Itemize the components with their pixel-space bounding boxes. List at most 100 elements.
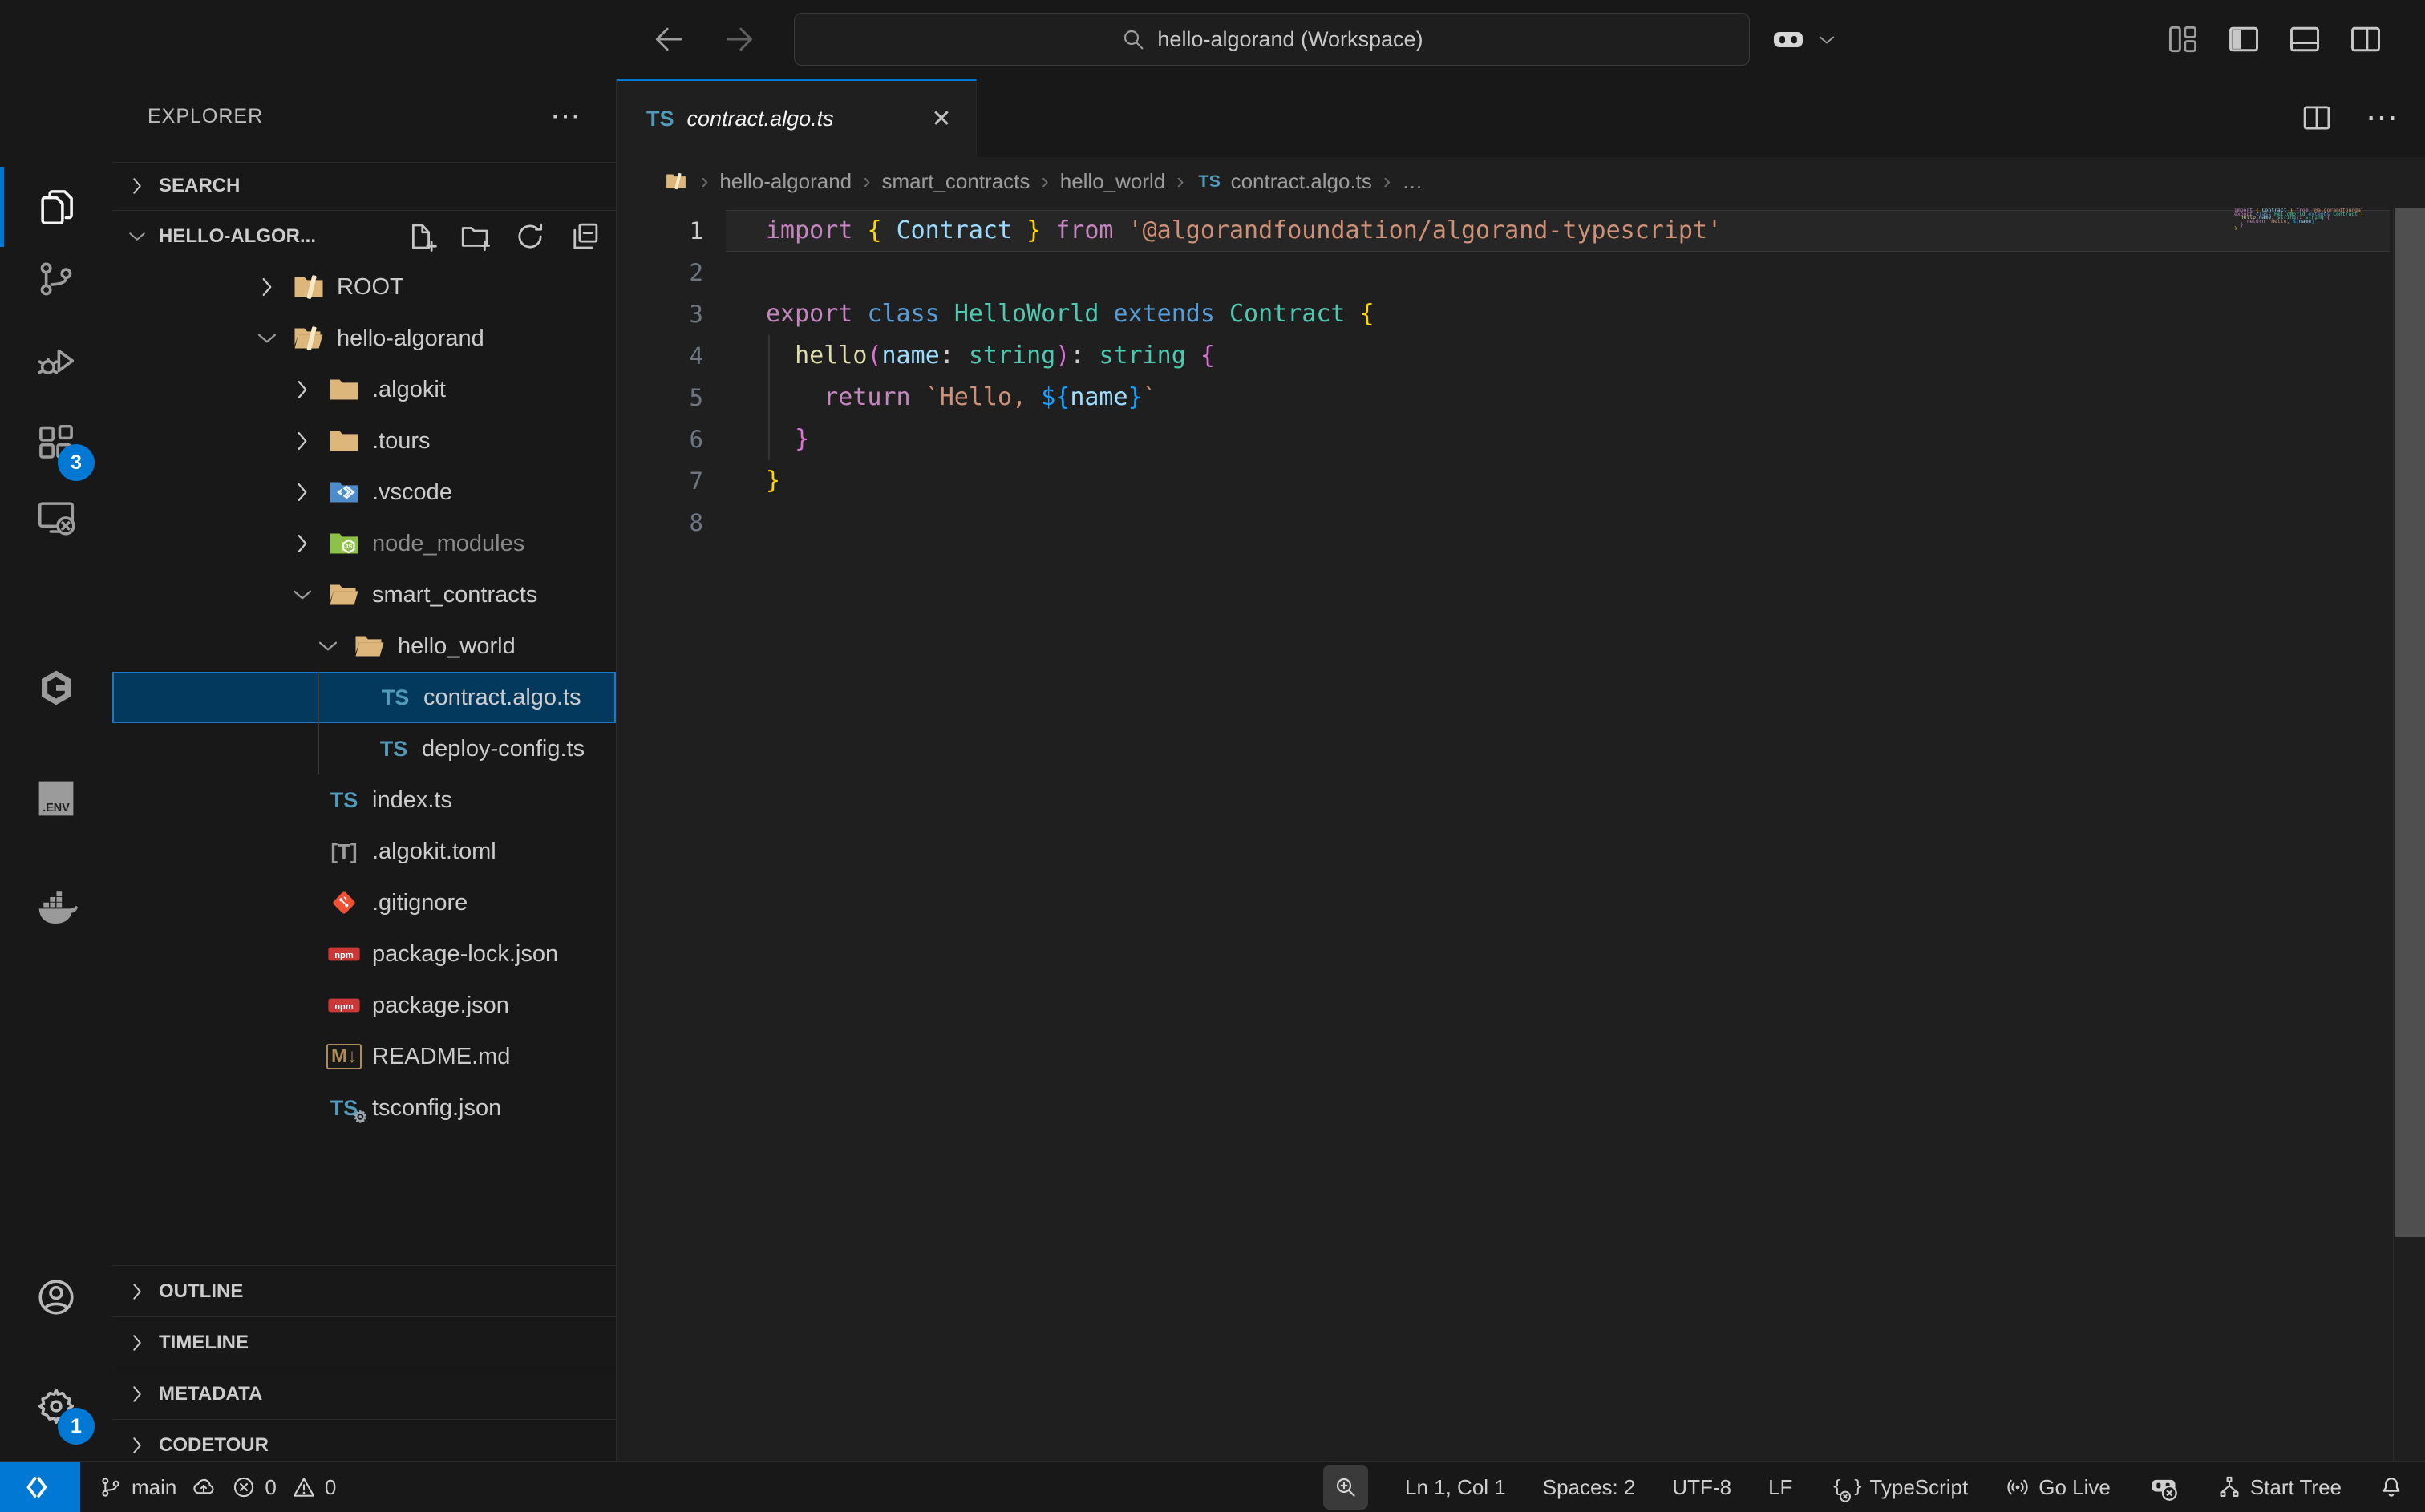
activity-item-accounts[interactable] (0, 1257, 112, 1337)
tree-item-label: index.ts (372, 787, 452, 814)
pane-header-metadata[interactable]: METADATA (112, 1368, 616, 1419)
copilot-chevron-down-icon[interactable] (1816, 29, 1838, 51)
account-icon (34, 1275, 78, 1319)
tree-item-root[interactable]: ROOT (112, 261, 616, 313)
tree-item-package-lock-json[interactable]: npmpackage-lock.json (112, 928, 616, 980)
chevron-down-icon[interactable] (314, 633, 342, 660)
chevron-right-icon[interactable] (289, 479, 316, 506)
editor-area: TS contract.algo.ts ✕ ⋯ ›hello-algorand›… (617, 79, 2425, 1461)
status-encoding[interactable]: UTF-8 (1672, 1475, 1731, 1500)
nav-forward-icon[interactable] (722, 22, 757, 57)
tree-item--algokit[interactable]: .algokit (112, 364, 616, 415)
status-errors[interactable]: 0 (231, 1474, 276, 1500)
code-line-2[interactable]: 2 (617, 252, 2425, 293)
tree-item-hello-algorand[interactable]: hello-algorand (112, 313, 616, 364)
minimap[interactable]: import { Contract } from '@algorandfound… (2234, 208, 2362, 230)
toggle-primary-sidebar-icon[interactable] (2226, 22, 2261, 57)
copilot-icon[interactable] (1769, 20, 1808, 59)
tree-item-tsconfig-json[interactable]: TS⚙tsconfig.json (112, 1082, 616, 1134)
command-center[interactable]: hello-algorand (Workspace) (794, 13, 1750, 66)
chevron-right-icon[interactable] (289, 376, 316, 403)
tree-item--vscode[interactable]: .vscode (112, 467, 616, 518)
breadcrumb-item-icon[interactable] (662, 169, 690, 193)
chevron-right-icon[interactable] (289, 530, 316, 557)
status-cursor-position[interactable]: Ln 1, Col 1 (1405, 1475, 1506, 1500)
tree-item--tours[interactable]: .tours (112, 415, 616, 467)
search-section-header[interactable]: SEARCH (112, 162, 616, 208)
breadcrumb-item-contract-algo-ts[interactable]: TScontract.algo.ts (1196, 169, 1372, 194)
code-line-1[interactable]: 1import { Contract } from '@algorandfoun… (617, 210, 2425, 252)
chevron-down-icon[interactable] (289, 581, 316, 608)
vscode-folder-icon (326, 475, 362, 510)
tab-contract-algo-ts[interactable]: TS contract.algo.ts ✕ (617, 79, 977, 157)
pane-header-timeline[interactable]: TIMELINE (112, 1316, 616, 1368)
status-copilot-status[interactable] (2148, 1471, 2180, 1503)
activity-item-remote-explorer[interactable] (0, 477, 112, 557)
chevron-right-icon[interactable] (253, 273, 281, 301)
tab-close-icon[interactable]: ✕ (928, 106, 955, 133)
new-folder-icon[interactable] (459, 220, 492, 253)
refresh-explorer-icon[interactable] (513, 220, 547, 253)
toggle-panel-icon[interactable] (2287, 22, 2322, 57)
customize-layout-icon[interactable] (2165, 22, 2200, 57)
new-file-icon[interactable] (404, 220, 438, 253)
breadcrumb-item-hello-algorand[interactable]: hello-algorand (719, 169, 852, 194)
activity-item-run-debug[interactable] (0, 321, 112, 401)
tree-item-node-modules[interactable]: JSnode_modules (112, 518, 616, 569)
status-zoom[interactable] (1323, 1465, 1368, 1510)
activity-item-algokit[interactable] (0, 648, 112, 728)
activity-item-docker[interactable] (0, 867, 112, 948)
code-editor[interactable]: 1import { Contract } from '@algorandfoun… (617, 207, 2425, 1461)
tree-indent-guide (318, 672, 319, 774)
toggle-secondary-sidebar-icon[interactable] (2348, 22, 2383, 57)
status-indentation[interactable]: Spaces: 2 (1543, 1475, 1636, 1500)
tree-item-smart-contracts[interactable]: smart_contracts (112, 569, 616, 621)
explorer-more-actions-icon[interactable]: ⋯ (550, 101, 581, 131)
pane-header-outline[interactable]: OUTLINE (112, 1265, 616, 1316)
tree-item-deploy-config-ts[interactable]: TSdeploy-config.ts (112, 723, 616, 774)
code-line-5[interactable]: 5 return `Hello, ${name}` (617, 377, 2425, 418)
code-line-6[interactable]: 6 } (617, 418, 2425, 460)
pane-label: OUTLINE (159, 1280, 243, 1303)
activity-item-source-control[interactable] (0, 239, 112, 319)
status-eol[interactable]: LF (1768, 1475, 1792, 1500)
pane-label: CODETOUR (159, 1434, 269, 1457)
scrollbar-slider[interactable] (2395, 208, 2425, 1237)
activity-item-dotenv[interactable]: .ENV (0, 758, 112, 839)
remote-indicator[interactable] (0, 1462, 80, 1512)
folder-open-icon (351, 629, 388, 664)
editor-more-actions-icon[interactable]: ⋯ (2366, 101, 2398, 135)
breadcrumb-item-smart-contracts[interactable]: smart_contracts (881, 169, 1030, 194)
activity-item-explorer[interactable] (0, 167, 112, 247)
tree-item-hello-world[interactable]: hello_world (112, 621, 616, 672)
status-warnings[interactable]: 0 (291, 1474, 336, 1500)
status-sync[interactable] (191, 1474, 217, 1500)
status-go-live[interactable]: Go Live (2005, 1474, 2111, 1500)
status-notifications[interactable] (2378, 1474, 2404, 1500)
code-line-3[interactable]: 3export class HelloWorld extends Contrac… (617, 293, 2425, 335)
breadcrumb-item-hello-world[interactable]: hello_world (1060, 169, 1166, 194)
code-line-4[interactable]: 4 hello(name: string): string { (617, 335, 2425, 377)
status-branch[interactable]: main (98, 1474, 176, 1500)
tree-item-package-json[interactable]: npmpackage.json (112, 980, 616, 1031)
code-line-7[interactable]: 7} (617, 460, 2425, 502)
tree-item--gitignore[interactable]: .gitignore (112, 877, 616, 928)
split-editor-icon[interactable] (2300, 101, 2334, 135)
tree-item--algokit-toml[interactable]: [T].algokit.toml (112, 826, 616, 877)
tree-item-readme-md[interactable]: M↓README.md (112, 1031, 616, 1082)
activity-item-settings[interactable]: 1 (0, 1366, 112, 1446)
editor-scrollbar[interactable] (2393, 207, 2425, 1461)
breadcrumb-item--[interactable]: … (1402, 169, 1423, 194)
tree-item-index-ts[interactable]: TSindex.ts (112, 774, 616, 826)
nav-back-icon[interactable] (651, 22, 686, 57)
status-language[interactable]: { }TypeScript (1829, 1471, 1968, 1503)
code-line-8[interactable]: 8 (617, 502, 2425, 544)
chevron-right-icon[interactable] (289, 427, 316, 455)
chevron-down-icon[interactable] (253, 325, 281, 352)
tree-item-label: hello_world (398, 633, 516, 660)
collapse-folders-icon[interactable] (568, 220, 601, 253)
activity-item-extensions[interactable]: 3 (0, 402, 112, 483)
workspace-section-header[interactable]: HELLO-ALGOR... (112, 210, 616, 261)
tree-item-contract-algo-ts[interactable]: TScontract.algo.ts (112, 672, 616, 723)
status-start-tree[interactable]: Start Tree (2217, 1474, 2342, 1500)
